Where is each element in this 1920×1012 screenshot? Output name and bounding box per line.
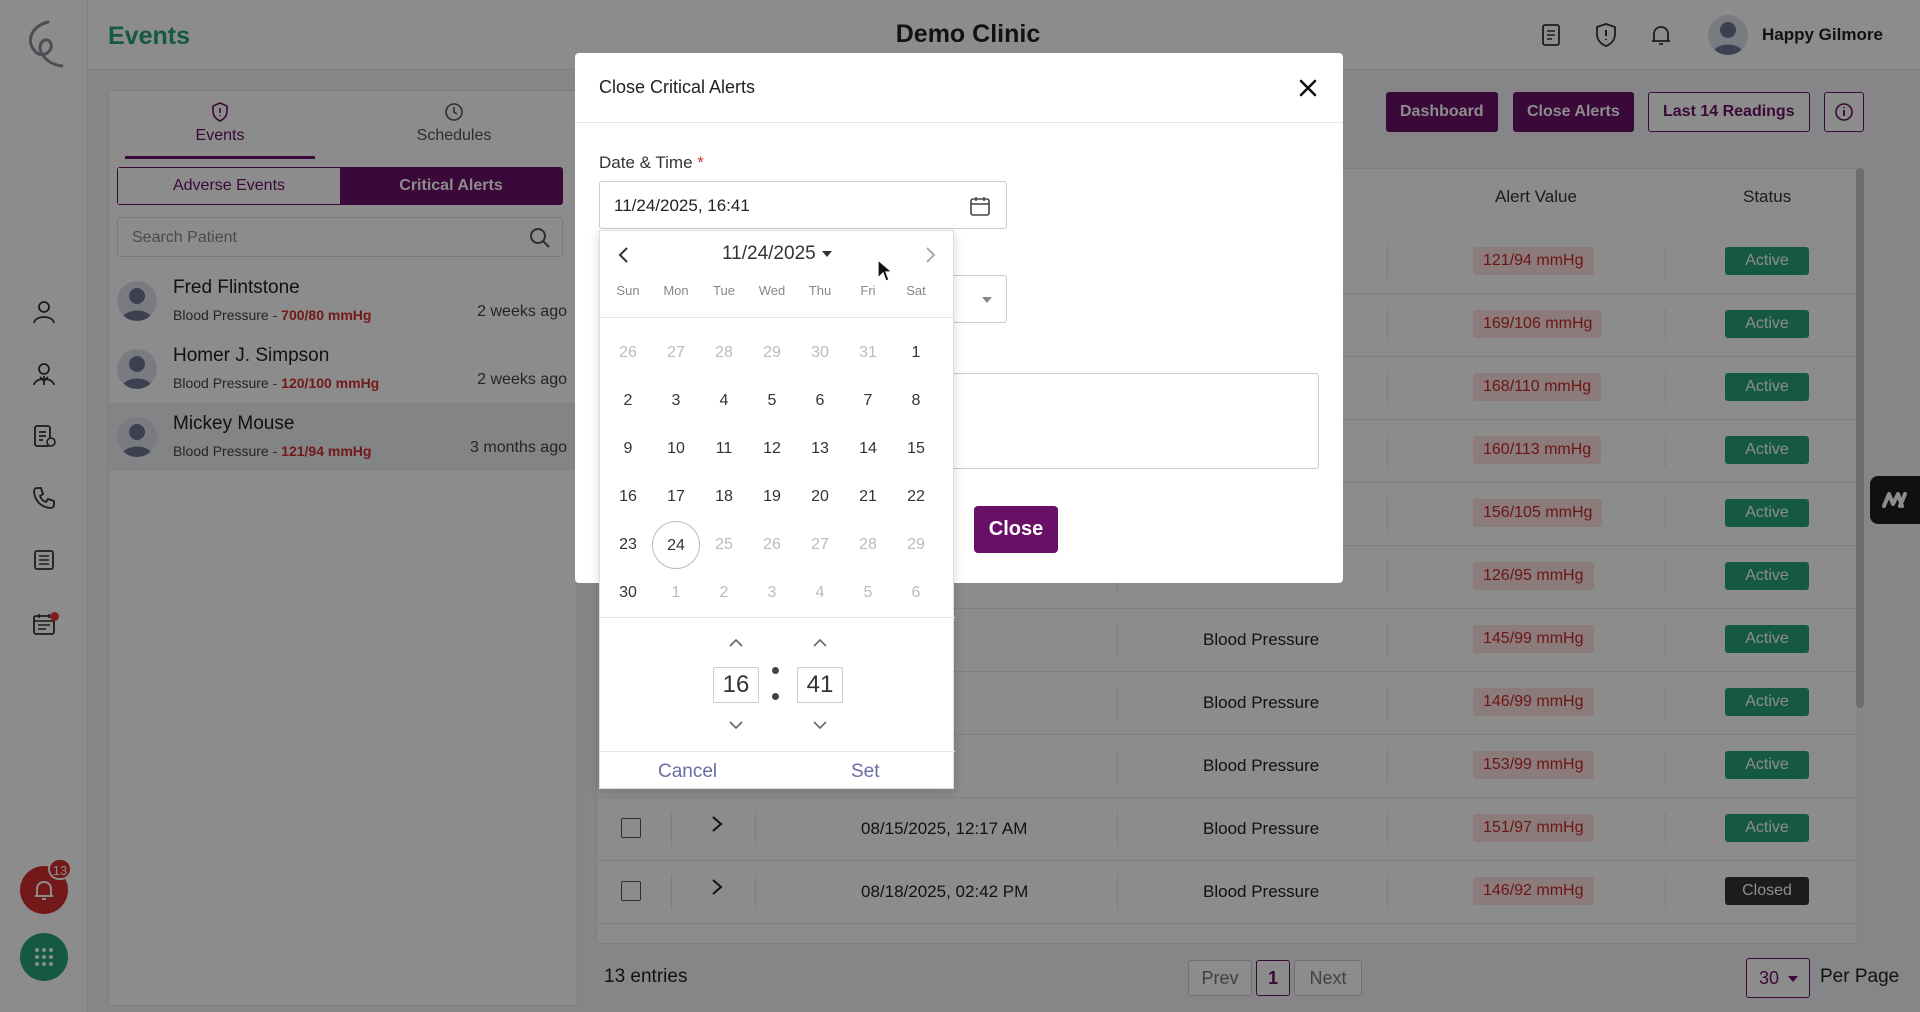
month-label: 11/24/2025: [722, 243, 816, 264]
day-cell[interactable]: 5: [748, 377, 796, 425]
close-button[interactable]: Close: [974, 506, 1058, 553]
picker-divider: [600, 751, 955, 752]
day-cell[interactable]: 20: [796, 473, 844, 521]
day-cell[interactable]: 27: [796, 521, 844, 569]
day-cell[interactable]: 31: [844, 329, 892, 377]
day-cell[interactable]: 1: [892, 329, 940, 377]
day-cell[interactable]: 14: [844, 425, 892, 473]
month-selector[interactable]: 11/24/2025: [600, 243, 955, 265]
day-cell[interactable]: 13: [796, 425, 844, 473]
required-mark: *: [697, 153, 704, 172]
day-cell[interactable]: 23: [604, 521, 652, 569]
day-cell[interactable]: 15: [892, 425, 940, 473]
day-cell[interactable]: 25: [700, 521, 748, 569]
time-separator: [772, 667, 779, 674]
day-cell[interactable]: 26: [748, 521, 796, 569]
hour-up-icon[interactable]: [726, 635, 746, 651]
modal-header: Close Critical Alerts: [575, 53, 1343, 123]
day-cell[interactable]: 3: [652, 377, 700, 425]
weekday-label: Fri: [860, 283, 876, 298]
day-cell[interactable]: 1: [652, 569, 700, 617]
next-month-icon[interactable]: [920, 245, 940, 265]
day-cell[interactable]: 10: [652, 425, 700, 473]
modal-title: Close Critical Alerts: [599, 77, 756, 97]
day-cell[interactable]: 6: [796, 377, 844, 425]
mouse-cursor-icon: [877, 258, 894, 282]
day-cell[interactable]: 19: [748, 473, 796, 521]
day-cell[interactable]: 5: [844, 569, 892, 617]
caret-down-icon: [821, 251, 832, 257]
date-time-input[interactable]: 11/24/2025, 16:41: [599, 181, 1007, 229]
weekday-label: Mon: [663, 283, 689, 298]
weekday-label: Tue: [713, 283, 735, 298]
weekday-label: Wed: [758, 283, 786, 298]
minute-down-icon[interactable]: [810, 717, 830, 733]
day-cell[interactable]: 21: [844, 473, 892, 521]
day-cell[interactable]: 4: [700, 377, 748, 425]
day-cell[interactable]: 28: [844, 521, 892, 569]
day-cell[interactable]: 28: [700, 329, 748, 377]
date-time-label: Date & Time *: [599, 153, 704, 172]
day-cell[interactable]: 12: [748, 425, 796, 473]
day-cell-selected[interactable]: 24: [652, 521, 700, 569]
weekday-label: Sat: [906, 283, 926, 298]
time-separator: [772, 693, 779, 700]
day-cell[interactable]: 8: [892, 377, 940, 425]
day-cell[interactable]: 3: [748, 569, 796, 617]
day-cell[interactable]: 18: [700, 473, 748, 521]
day-cell[interactable]: 29: [748, 329, 796, 377]
weekday-label: Thu: [808, 283, 832, 298]
day-cell[interactable]: 4: [796, 569, 844, 617]
day-cell[interactable]: 17: [652, 473, 700, 521]
day-cell[interactable]: 22: [892, 473, 940, 521]
cancel-button[interactable]: Cancel: [658, 761, 717, 783]
day-cell[interactable]: 7: [844, 377, 892, 425]
weekday-label: Sun: [616, 283, 640, 298]
minute-up-icon[interactable]: [810, 635, 830, 651]
day-cell[interactable]: 27: [652, 329, 700, 377]
hour-input[interactable]: 16: [713, 667, 759, 703]
day-cell[interactable]: 2: [700, 569, 748, 617]
day-cell[interactable]: 26: [604, 329, 652, 377]
hour-down-icon[interactable]: [726, 717, 746, 733]
picker-divider: [600, 317, 955, 318]
day-cell[interactable]: 30: [604, 569, 652, 617]
close-icon[interactable]: [1297, 77, 1319, 99]
day-cell[interactable]: 30: [796, 329, 844, 377]
day-cell[interactable]: 11: [700, 425, 748, 473]
set-button[interactable]: Set: [851, 761, 880, 783]
day-cell[interactable]: 6: [892, 569, 940, 617]
picker-divider: [600, 617, 955, 618]
app-root: 13 Events Demo Clinic Happy Gilmore Even…: [0, 0, 1920, 1012]
day-cell[interactable]: 29: [892, 521, 940, 569]
day-cell[interactable]: 2: [604, 377, 652, 425]
date-picker: 11/24/2025 Sun Mon Tue Wed Thu Fri Sat 26 27 28 2…: [599, 230, 955, 789]
calendar-icon[interactable]: [968, 194, 992, 218]
caret-down-icon: [982, 297, 992, 303]
day-cell[interactable]: 9: [604, 425, 652, 473]
minute-input[interactable]: 41: [797, 667, 843, 703]
date-time-value: 11/24/2025, 16:41: [614, 196, 750, 215]
day-cell[interactable]: 16: [604, 473, 652, 521]
